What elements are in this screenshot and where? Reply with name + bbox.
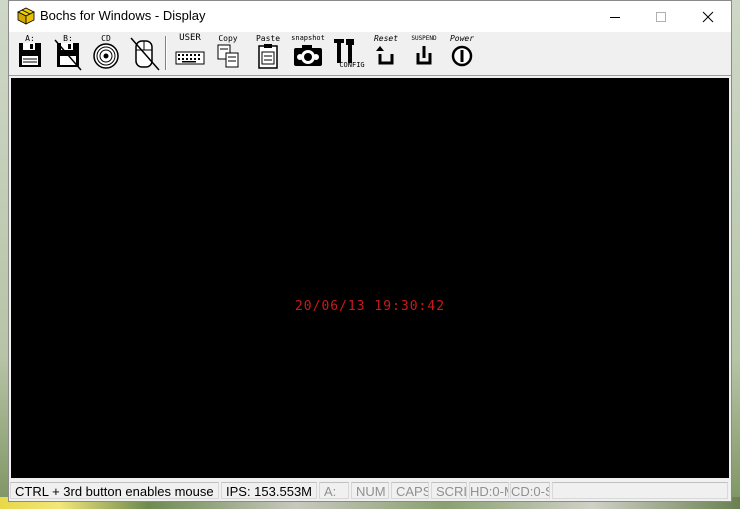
emulator-display[interactable]: 20/06/13 19:30:42 bbox=[11, 78, 729, 478]
cdrom-icon bbox=[93, 43, 119, 69]
config-button[interactable]: CONFIG bbox=[331, 34, 365, 72]
floppy-a-button[interactable]: A: bbox=[13, 34, 47, 72]
window-title: Bochs for Windows - Display bbox=[40, 8, 206, 23]
toolbar: A: B: CD USER Copy Paste snapshot CONFIG… bbox=[9, 32, 731, 76]
status-scrl: SCRL bbox=[431, 482, 467, 499]
bochs-window: Bochs for Windows - Display A: B: CD USE… bbox=[8, 0, 732, 502]
reset-button[interactable]: Reset bbox=[369, 34, 403, 72]
paste-button[interactable]: Paste bbox=[251, 34, 285, 72]
close-icon bbox=[702, 11, 714, 22]
bochs-app-icon bbox=[17, 7, 35, 25]
mouse-button[interactable] bbox=[127, 34, 161, 72]
paste-icon bbox=[258, 44, 278, 69]
mouse-disabled-icon bbox=[130, 37, 160, 71]
suspend-icon bbox=[416, 46, 432, 65]
maximize-icon bbox=[656, 11, 666, 22]
copy-icon bbox=[217, 44, 239, 68]
user-button[interactable]: USER bbox=[173, 34, 207, 72]
status-caps: CAPS bbox=[391, 482, 429, 499]
status-cd: CD:0-S bbox=[510, 482, 550, 499]
floppy-b-button[interactable]: B: bbox=[51, 34, 85, 72]
display-text: 20/06/13 19:30:42 bbox=[294, 299, 446, 314]
status-empty-field bbox=[552, 482, 728, 499]
close-button[interactable] bbox=[685, 1, 731, 32]
status-message: CTRL + 3rd button enables mouse bbox=[10, 482, 219, 499]
power-icon bbox=[451, 45, 473, 67]
minimize-icon bbox=[610, 16, 620, 18]
status-ips: IPS: 153.553M bbox=[221, 482, 317, 499]
status-floppy-a: A: bbox=[319, 482, 349, 499]
keyboard-icon bbox=[175, 51, 205, 65]
config-label: CONFIG bbox=[339, 61, 365, 69]
title-bar[interactable]: Bochs for Windows - Display bbox=[9, 1, 731, 32]
camera-icon bbox=[294, 45, 322, 66]
floppy-disk-disabled-icon bbox=[54, 39, 82, 71]
floppy-disk-icon bbox=[19, 43, 41, 67]
status-bar: CTRL + 3rd button enables mouse IPS: 153… bbox=[9, 480, 731, 501]
maximize-button[interactable] bbox=[638, 1, 684, 32]
cdrom-button[interactable]: CD bbox=[89, 34, 123, 72]
reset-icon bbox=[376, 46, 394, 65]
minimize-button[interactable] bbox=[592, 1, 638, 32]
status-num: NUM bbox=[351, 482, 389, 499]
power-button[interactable]: Power bbox=[445, 34, 479, 72]
status-hd: HD:0-M bbox=[469, 482, 509, 499]
toolbar-separator bbox=[165, 36, 167, 70]
suspend-button[interactable]: SUSPEND bbox=[407, 34, 441, 72]
snapshot-button[interactable]: snapshot bbox=[291, 34, 325, 72]
copy-button[interactable]: Copy bbox=[211, 34, 245, 72]
